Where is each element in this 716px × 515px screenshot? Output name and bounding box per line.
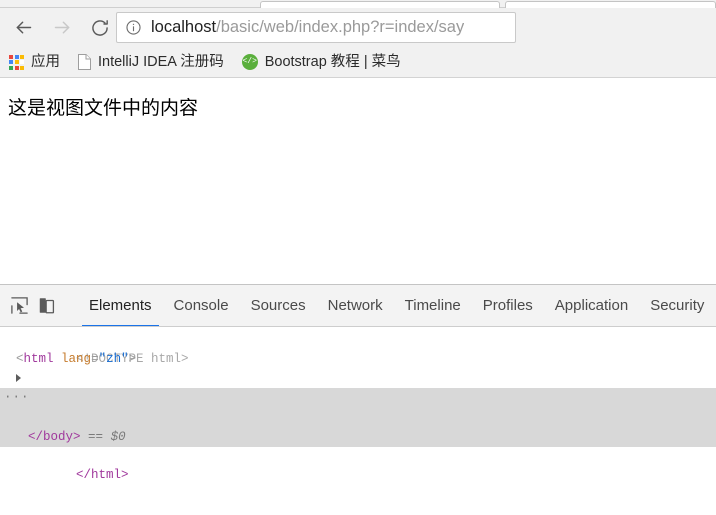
bookmark-intellij[interactable]: IntelliJ IDEA 注册码 (78, 50, 232, 74)
dom-row-body-open[interactable]: ··· <body> (0, 388, 716, 442)
browser-window: localhost/basic/web/index.php?r=index/sa… (0, 0, 716, 515)
bookmark-bootstrap[interactable]: </> Bootstrap 教程 | 菜鸟 (241, 50, 409, 74)
arrow-right-icon (52, 17, 73, 38)
url-path: /basic/web/index.php?r=index/say (216, 19, 465, 36)
tab-console[interactable]: Console (163, 285, 240, 326)
attribute-name: lang (61, 352, 92, 366)
tab-strip (0, 0, 716, 9)
document-icon (78, 54, 91, 70)
tab-label: Elements (89, 297, 152, 314)
tab-network[interactable]: Network (317, 285, 394, 326)
angle-open: < (16, 352, 24, 366)
bookmarks-bar: 应用 IntelliJ IDEA 注册码 </> Bootstrap 教程 | … (0, 47, 716, 78)
tag-name: html (23, 352, 54, 366)
reload-button[interactable] (84, 12, 115, 43)
address-bar[interactable]: localhost/basic/web/index.php?r=index/sa… (116, 12, 516, 43)
tab-label: Profiles (482, 297, 533, 314)
bookmark-label: IntelliJ IDEA 注册码 (98, 53, 224, 70)
attribute-value: "zh" (98, 352, 129, 366)
devtools-toolbar: Elements Console Sources Network Timelin… (0, 285, 716, 327)
url-text: localhost/basic/web/index.php?r=index/sa… (151, 19, 464, 36)
apps-grid-icon (9, 54, 24, 70)
attribute-equals: = (91, 352, 99, 366)
dom-row-body-text[interactable]: 这是视图文件中的内容 (0, 407, 716, 443)
dom-tree[interactable]: <!DOCTYPE html> <html lang="zh"> <head>…… (0, 327, 716, 515)
tab-profiles[interactable]: Profiles (472, 285, 544, 326)
inspect-element-icon[interactable] (10, 292, 29, 320)
arrow-left-icon (13, 17, 34, 38)
dom-row-head[interactable]: <head>…</head> (0, 369, 716, 423)
page-viewport: 这是视图文件中的内容 (0, 79, 716, 284)
console-ref: $0 (110, 430, 126, 444)
tab-security[interactable]: Security (639, 285, 715, 326)
selected-marker: == (88, 430, 104, 444)
tab-label: Security (650, 297, 705, 314)
tag-body-close: </body> (28, 430, 81, 444)
reload-icon (90, 18, 110, 38)
devtools-tab-list: Elements Console Sources Network Timelin… (78, 285, 716, 326)
info-circle-icon[interactable] (125, 19, 142, 36)
dom-row-html-close[interactable]: </html> (0, 447, 716, 482)
tag-html-close: </html> (76, 468, 129, 482)
tab-label: Console (173, 297, 229, 314)
tab-label: Sources (250, 297, 306, 314)
bookmark-label: Bootstrap 教程 | 菜鸟 (264, 53, 401, 70)
dom-row-body-close[interactable]: </body> == $0 (0, 428, 716, 447)
tab-application[interactable]: Application (544, 285, 639, 326)
back-button[interactable] (8, 12, 39, 43)
expand-triangle-icon[interactable] (16, 374, 21, 382)
page-content-text: 这是视图文件中的内容 (8, 98, 199, 119)
url-host: localhost (151, 19, 217, 36)
dom-row[interactable]: <!DOCTYPE html> (0, 331, 716, 366)
angle-close: > (128, 352, 137, 366)
tab-sources[interactable]: Sources (240, 285, 317, 326)
tab-label: Timeline (404, 297, 461, 314)
tab-label: Network (327, 297, 383, 314)
bookmark-apps[interactable]: 应用 (9, 50, 68, 74)
tab-timeline[interactable]: Timeline (394, 285, 472, 326)
bookmark-label: 应用 (31, 53, 60, 70)
tab-label: Application (554, 297, 629, 314)
bootstrap-icon: </> (241, 54, 258, 70)
overflow-ellipsis-icon[interactable]: ··· (4, 388, 30, 407)
tab-elements[interactable]: Elements (78, 285, 163, 326)
dom-row[interactable]: <html lang="zh"> (0, 350, 716, 369)
forward-button[interactable] (47, 12, 78, 43)
device-toolbar-icon[interactable] (37, 292, 56, 320)
navigation-toolbar: localhost/basic/web/index.php?r=index/sa… (0, 8, 716, 47)
devtools-panel: Elements Console Sources Network Timelin… (0, 284, 716, 515)
